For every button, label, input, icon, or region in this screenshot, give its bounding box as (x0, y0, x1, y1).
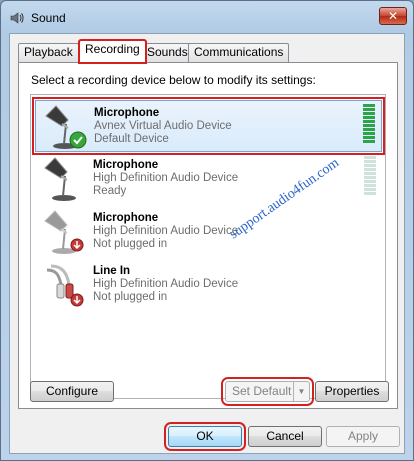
device-status: Default Device (94, 133, 169, 145)
device-name: Line In (93, 265, 131, 277)
meter-bar (363, 116, 375, 119)
level-meter (363, 104, 375, 144)
device-item-hd-microphone-unplugged[interactable]: Microphone High Definition Audio Device … (35, 206, 382, 258)
meter-bar (363, 124, 375, 127)
device-driver: High Definition Audio Device (93, 225, 239, 237)
device-item-avnex-microphone[interactable]: Microphone Avnex Virtual Audio Device De… (32, 97, 385, 155)
tab-recording[interactable]: Recording (78, 39, 147, 64)
close-icon: ✕ (387, 9, 399, 23)
recording-panel: Select a recording device below to modif… (18, 62, 398, 409)
meter-bar (363, 128, 375, 131)
window-title: Sound (31, 11, 66, 25)
tab-communications[interactable]: Communications (188, 43, 290, 62)
meter-bar (364, 172, 376, 175)
meter-bar (364, 180, 376, 183)
meter-bar (364, 192, 376, 195)
meter-bar (364, 184, 376, 187)
device-driver: Avnex Virtual Audio Device (94, 120, 232, 132)
speaker-icon (10, 12, 24, 24)
meter-bar (364, 176, 376, 179)
chevron-down-icon[interactable]: ▼ (293, 382, 309, 401)
properties-button[interactable]: Properties (315, 381, 389, 402)
device-status: Not plugged in (93, 238, 168, 250)
device-name: Microphone (93, 212, 159, 224)
cancel-button[interactable]: Cancel (248, 426, 322, 447)
microphone-icon (44, 210, 84, 254)
device-status: Ready (93, 185, 127, 197)
meter-bar (364, 160, 376, 163)
sound-dialog: Sound ✕ Playback Recording Sounds Commun… (0, 0, 414, 461)
title-bar[interactable]: Sound ✕ (1, 1, 413, 35)
meter-bar (364, 168, 376, 171)
meter-bar (363, 104, 375, 107)
meter-bar (363, 132, 375, 135)
dialog-body: Playback Recording Sounds Communications… (9, 33, 405, 454)
tab-playback[interactable]: Playback (18, 43, 79, 62)
ok-button[interactable]: OK (164, 422, 246, 451)
device-name: Microphone (93, 159, 159, 171)
device-driver: High Definition Audio Device (93, 278, 239, 290)
device-status: Not plugged in (93, 291, 168, 303)
level-meter (364, 156, 376, 196)
meter-bar (363, 136, 375, 139)
device-item-line-in[interactable]: Line In High Definition Audio Device Not… (35, 259, 382, 311)
close-button[interactable]: ✕ (379, 7, 407, 25)
tab-sounds[interactable]: Sounds (141, 43, 194, 62)
meter-bar (363, 140, 375, 143)
meter-bar (364, 164, 376, 167)
meter-bar (364, 156, 376, 159)
device-name: Microphone (94, 107, 160, 119)
meter-bar (363, 112, 375, 115)
set-default-label: Set Default (232, 384, 292, 398)
device-driver: High Definition Audio Device (93, 172, 239, 184)
line-in-cable-icon (46, 264, 84, 307)
set-default-button[interactable]: Set Default ▼ (221, 377, 314, 406)
device-list[interactable]: Microphone Avnex Virtual Audio Device De… (30, 94, 386, 399)
apply-button[interactable]: Apply (326, 426, 400, 447)
configure-button[interactable]: Configure (30, 381, 114, 402)
microphone-icon (44, 157, 76, 201)
meter-bar (363, 108, 375, 111)
default-check-icon (69, 131, 87, 149)
meter-bar (363, 120, 375, 123)
microphone-icon (45, 105, 87, 149)
meter-bar (364, 188, 376, 191)
instructions-label: Select a recording device below to modif… (31, 73, 316, 87)
